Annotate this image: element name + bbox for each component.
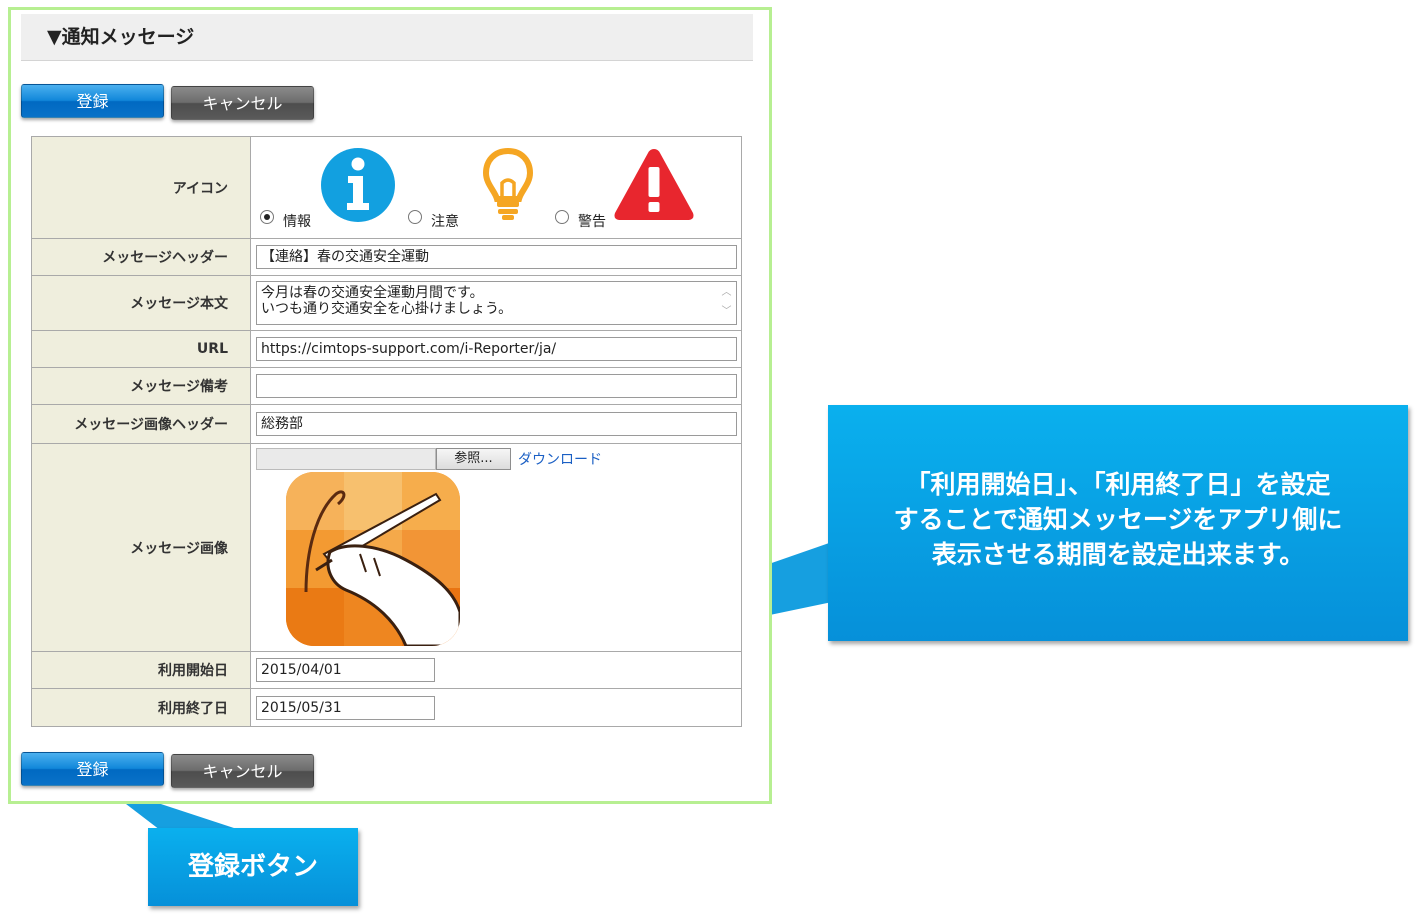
register-button-bottom[interactable]: 登録 [21, 752, 164, 786]
url-input[interactable]: https://cimtops-support.com/i-Reporter/j… [256, 337, 737, 361]
icon-radio-caution[interactable] [408, 210, 422, 224]
message-body-line-1: 今月は春の交通安全運動月間です。 [261, 285, 484, 301]
file-path-field[interactable] [256, 448, 436, 470]
textarea-scroll-arrows[interactable]: ︿ ﹀ [718, 283, 735, 323]
start-date-input[interactable]: 2015/04/01 [256, 658, 435, 682]
period-callout-line-2: することで通知メッセージをアプリ側に [893, 505, 1343, 534]
lightbulb-icon [482, 147, 534, 220]
app-logo-image [286, 472, 460, 646]
cancel-button-top[interactable]: キャンセル [171, 86, 314, 120]
icon-radio-info[interactable] [260, 210, 274, 224]
icon-radio-warning-label: 警告 [578, 214, 606, 230]
cancel-button-bottom[interactable]: キャンセル [171, 754, 314, 788]
notification-message-panel: ▼通知メッセージ 登録 キャンセル アイコン 情報 注意 警告 メッセージヘッダ… [8, 7, 772, 804]
end-date-input[interactable]: 2015/05/31 [256, 695, 435, 720]
message-image-label: メッセージ画像 [31, 443, 251, 652]
message-body-textarea[interactable]: 今月は春の交通安全運動月間です。 いつも通り交通安全を心掛けましょう。 ︿ ﹀ [256, 281, 737, 325]
register-button-callout: 登録ボタン [148, 828, 358, 906]
period-callout-line-3: 表示させる期間を設定出来ます。 [931, 540, 1305, 569]
message-form: アイコン 情報 注意 警告 メッセージヘッダー 【連絡】春の交通安全運動 メッセ… [31, 136, 742, 727]
period-setting-callout: 「利用開始日」、「利用終了日」を設定 することで通知メッセージをアプリ側に 表示… [828, 405, 1408, 641]
section-title: ▼通知メッセージ [21, 14, 753, 61]
icon-radio-caution-label: 注意 [431, 214, 459, 230]
register-button-top[interactable]: 登録 [21, 84, 164, 118]
message-remarks-input[interactable] [256, 374, 737, 398]
end-date-label: 利用終了日 [31, 688, 251, 727]
info-icon [321, 148, 395, 222]
warning-icon [614, 149, 694, 220]
message-remarks-label: メッセージ備考 [31, 367, 251, 405]
scroll-up-icon[interactable]: ︿ [718, 283, 735, 302]
icon-label: アイコン [31, 136, 251, 239]
browse-button[interactable]: 参照... [436, 448, 511, 470]
url-label: URL [31, 330, 251, 368]
icon-radio-info-label: 情報 [283, 214, 311, 230]
message-header-label: メッセージヘッダー [31, 238, 251, 276]
period-callout-line-1: 「利用開始日」、「利用終了日」を設定 [905, 470, 1331, 499]
scroll-down-icon[interactable]: ﹀ [718, 302, 735, 321]
icon-selector: 情報 注意 警告 [256, 137, 737, 238]
message-body-label: メッセージ本文 [31, 275, 251, 331]
start-date-label: 利用開始日 [31, 651, 251, 689]
file-picker: 参照... ダウンロード [256, 444, 737, 470]
download-link[interactable]: ダウンロード [518, 449, 602, 469]
icon-radio-warning[interactable] [555, 210, 569, 224]
image-header-label: メッセージ画像ヘッダー [31, 404, 251, 444]
message-body-line-2: いつも通り交通安全を心掛けましょう。 [261, 301, 513, 317]
message-header-input[interactable]: 【連絡】春の交通安全運動 [256, 245, 737, 269]
image-header-input[interactable]: 総務部 [256, 412, 737, 436]
